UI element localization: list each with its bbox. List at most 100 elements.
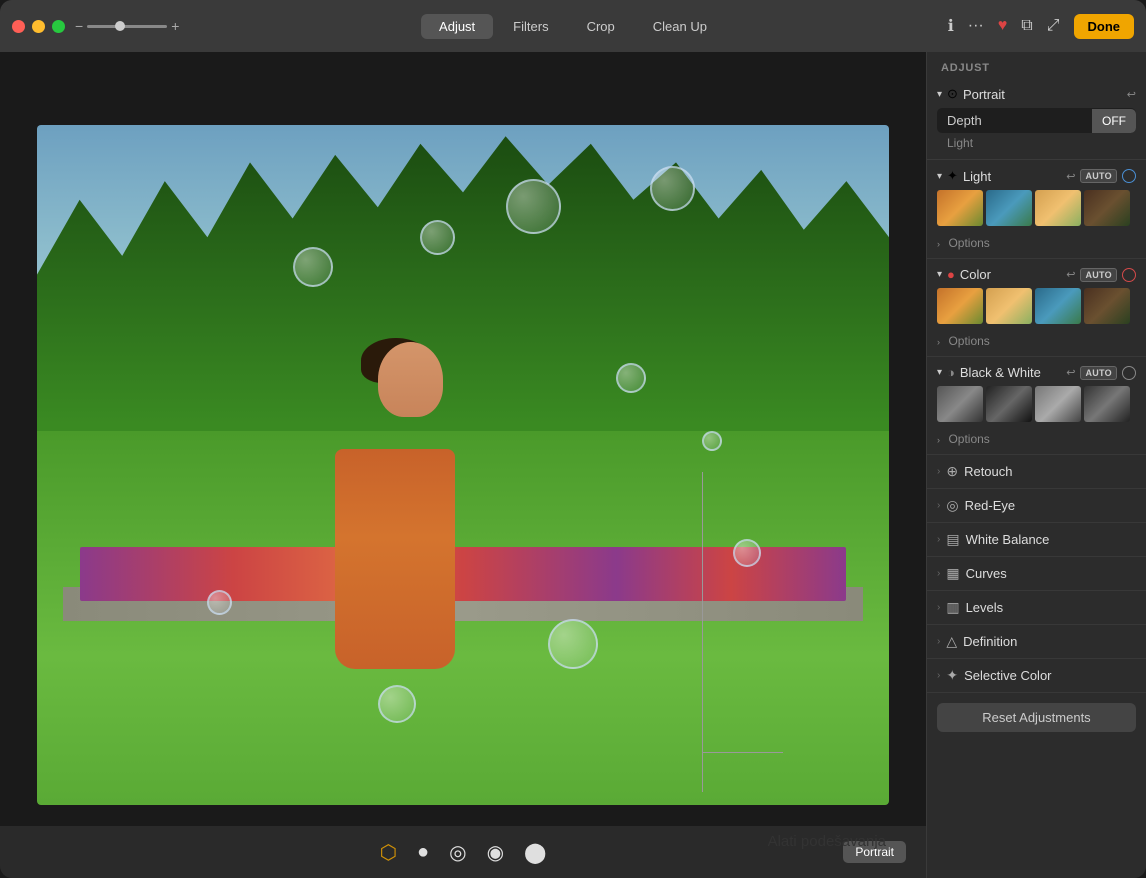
panel-scroll[interactable]: ▾ ⊙ Portrait ↩ Depth OFF Light ▾ ✦ bbox=[927, 80, 1146, 878]
brightness-slider[interactable] bbox=[87, 25, 167, 28]
whitebalance-title: White Balance bbox=[966, 532, 1136, 547]
more-icon[interactable]: ··· bbox=[968, 17, 984, 35]
light-thumb-4[interactable] bbox=[1084, 190, 1130, 226]
tab-filters[interactable]: Filters bbox=[495, 14, 566, 39]
light-thumb-1[interactable] bbox=[937, 190, 983, 226]
retouch-title: Retouch bbox=[964, 464, 1136, 479]
app-window: Kliknite za podešavanja, primjenu filtar… bbox=[0, 0, 1146, 878]
photo-scene bbox=[37, 125, 889, 805]
crop-toolbar-icon[interactable]: ⤢ bbox=[1047, 17, 1060, 35]
selectivecolor-icon: ✦ bbox=[946, 667, 958, 684]
portrait-reset-icon[interactable]: ↩ bbox=[1127, 88, 1136, 101]
depth-off-badge[interactable]: OFF bbox=[1092, 109, 1136, 133]
tab-cleanup[interactable]: Clean Up bbox=[635, 14, 725, 39]
bw-thumb-1[interactable] bbox=[937, 386, 983, 422]
bubble-10 bbox=[733, 539, 761, 567]
light-thumb-3[interactable] bbox=[1035, 190, 1081, 226]
tool-icon-1[interactable]: ● bbox=[417, 841, 429, 864]
light-thumb-2[interactable] bbox=[986, 190, 1032, 226]
girl-body bbox=[335, 449, 455, 669]
right-panel: ADJUST ▾ ⊙ Portrait ↩ Depth OFF Light bbox=[926, 52, 1146, 878]
duplicate-icon[interactable]: ⧉ bbox=[1021, 17, 1032, 35]
tab-adjust[interactable]: Adjust bbox=[421, 14, 493, 39]
info-icon[interactable]: ℹ bbox=[948, 16, 954, 36]
definition-title: Definition bbox=[963, 634, 1136, 649]
whitebalance-chevron-icon: › bbox=[937, 534, 940, 545]
done-button[interactable]: Done bbox=[1074, 14, 1135, 39]
main-content: ⬡ ● ◎ ◉ ⬤ Portrait ADJUST ▾ ⊙ Portrait ↩ bbox=[0, 52, 1146, 878]
bubble-6 bbox=[548, 619, 598, 669]
tool-icon-4[interactable]: ⬤ bbox=[524, 840, 546, 865]
color-thumb-3[interactable] bbox=[1035, 288, 1081, 324]
selectivecolor-section[interactable]: › ✦ Selective Color bbox=[927, 659, 1146, 693]
color-thumb-2[interactable] bbox=[986, 288, 1032, 324]
bw-options-text: Options bbox=[948, 432, 989, 446]
brightness-increase-icon[interactable]: + bbox=[171, 18, 179, 34]
curves-chevron-icon: › bbox=[937, 568, 940, 579]
toolbar-right: ℹ ··· ♥ ⧉ ⤢ Done bbox=[948, 14, 1134, 39]
bw-section-header[interactable]: ▾ ◑ Black & White ↩ AUTO bbox=[927, 357, 1146, 384]
bw-thumb-3[interactable] bbox=[1035, 386, 1081, 422]
color-thumb-1[interactable] bbox=[937, 288, 983, 324]
color-section-title: Color bbox=[960, 267, 1061, 282]
light-circle-icon[interactable] bbox=[1122, 169, 1136, 183]
definition-chevron-icon: › bbox=[937, 636, 940, 647]
light-options-row[interactable]: › Options bbox=[927, 232, 1146, 258]
bw-thumb-4[interactable] bbox=[1084, 386, 1130, 422]
color-adjust-circle[interactable] bbox=[1122, 268, 1136, 282]
color-thumb-4[interactable] bbox=[1084, 288, 1130, 324]
tool-icon-2[interactable]: ◎ bbox=[449, 840, 466, 865]
brightness-control: − + bbox=[75, 18, 179, 34]
bw-reset-icon[interactable]: ↩ bbox=[1066, 366, 1075, 379]
color-auto-badge[interactable]: AUTO bbox=[1080, 268, 1117, 282]
tool-icon-3[interactable]: ◉ bbox=[487, 840, 504, 865]
light-sun-icon: ✦ bbox=[947, 168, 958, 184]
depth-label: Depth bbox=[937, 108, 1092, 133]
definition-section[interactable]: › △ Definition bbox=[927, 625, 1146, 659]
redeye-section[interactable]: › ◎ Red-Eye bbox=[927, 489, 1146, 523]
bw-adjust-circle[interactable] bbox=[1122, 366, 1136, 380]
heart-icon[interactable]: ♥ bbox=[998, 17, 1008, 35]
retouch-section[interactable]: › ⊕ Retouch bbox=[927, 455, 1146, 489]
color-section: ▾ ● Color ↩ AUTO › bbox=[927, 259, 1146, 357]
light-reset-icon[interactable]: ↩ bbox=[1066, 170, 1075, 183]
color-options-row[interactable]: › Options bbox=[927, 330, 1146, 356]
color-section-header[interactable]: ▾ ● Color ↩ AUTO bbox=[927, 259, 1146, 286]
levels-section[interactable]: › ▥ Levels bbox=[927, 591, 1146, 625]
title-bar: − + Adjust Filters Crop Clean Up ℹ ··· ♥… bbox=[0, 0, 1146, 52]
brightness-decrease-icon[interactable]: − bbox=[75, 18, 83, 34]
light-thumbs-strip bbox=[927, 188, 1146, 232]
bubble-9 bbox=[702, 431, 722, 451]
minimize-button[interactable] bbox=[32, 20, 45, 33]
maximize-button[interactable] bbox=[52, 20, 65, 33]
curves-title: Curves bbox=[966, 566, 1136, 581]
light-options-chevron-icon: › bbox=[937, 239, 940, 249]
bw-thumbs-strip bbox=[927, 384, 1146, 428]
portrait-mode-icon[interactable]: ⬡ bbox=[380, 840, 397, 865]
light-section-header[interactable]: ▾ ✦ Light ↩ AUTO bbox=[927, 160, 1146, 188]
reset-adjustments-button[interactable]: Reset Adjustments bbox=[937, 703, 1136, 732]
toolbar-tabs: Adjust Filters Crop Clean Up bbox=[421, 14, 725, 39]
color-chevron-icon: ▾ bbox=[937, 269, 942, 280]
tab-crop[interactable]: Crop bbox=[569, 14, 633, 39]
light-section-title: Light bbox=[963, 169, 1061, 184]
curves-section[interactable]: › ▦ Curves bbox=[927, 557, 1146, 591]
portrait-label-button[interactable]: Portrait bbox=[843, 841, 906, 863]
bw-chevron-icon: ▾ bbox=[937, 367, 942, 378]
selectivecolor-title: Selective Color bbox=[964, 668, 1136, 683]
light-auto-badge[interactable]: AUTO bbox=[1080, 169, 1117, 183]
bw-options-row[interactable]: › Options bbox=[927, 428, 1146, 454]
color-reset-icon[interactable]: ↩ bbox=[1066, 268, 1075, 281]
bottom-toolbar: ⬡ ● ◎ ◉ ⬤ Portrait bbox=[0, 826, 926, 878]
photo-container bbox=[37, 125, 889, 805]
depth-row: Depth OFF bbox=[937, 108, 1136, 133]
close-button[interactable] bbox=[12, 20, 25, 33]
portrait-section-row[interactable]: ▾ ⊙ Portrait ↩ bbox=[937, 86, 1136, 102]
levels-chevron-icon: › bbox=[937, 602, 940, 613]
whitebalance-section[interactable]: › ▤ White Balance bbox=[927, 523, 1146, 557]
panel-header: ADJUST bbox=[927, 52, 1146, 80]
bw-auto-badge[interactable]: AUTO bbox=[1080, 366, 1117, 380]
bw-thumb-2[interactable] bbox=[986, 386, 1032, 422]
brightness-slider-thumb bbox=[115, 21, 125, 31]
levels-title: Levels bbox=[966, 600, 1136, 615]
